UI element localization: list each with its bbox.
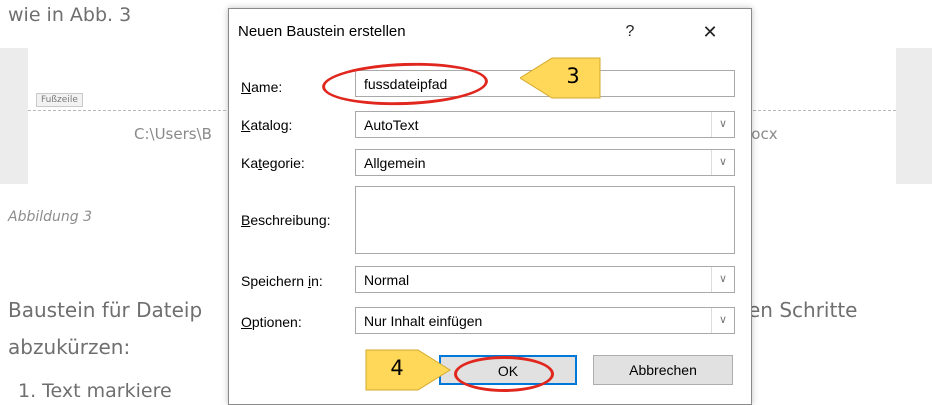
footer-path-left: C:\Users\B	[134, 125, 212, 143]
chevron-down-icon[interactable]: ∨	[711, 267, 734, 292]
paragraph-text-right: en Schritte	[748, 298, 858, 322]
close-button[interactable]: ✕	[695, 19, 725, 45]
cancel-button[interactable]: Abbrechen	[593, 355, 733, 385]
callout-3-label: 3	[566, 64, 580, 88]
paragraph-text-left: Baustein für Dateip	[8, 298, 203, 322]
chevron-down-icon[interactable]: ∨	[711, 308, 734, 333]
katalog-label: Katalog:	[241, 117, 293, 133]
optionen-label: Optionen:	[241, 314, 302, 330]
document-heading-text: wie in Abb. 3	[8, 4, 132, 26]
kategorie-label: Kategorie:	[241, 155, 305, 171]
new-building-block-dialog: Neuen Baustein erstellen ? ✕ Name: fussd…	[228, 8, 752, 405]
speichern-label: Speichern in:	[241, 273, 323, 289]
callout-4-label: 4	[390, 356, 404, 380]
paragraph-text-line2: abzukürzen:	[8, 335, 131, 359]
optionen-select[interactable]: Nur Inhalt einfügen ∨	[355, 307, 735, 334]
chevron-down-icon[interactable]: ∨	[711, 112, 734, 137]
name-label: Name:	[241, 79, 283, 95]
katalog-select-value: AutoText	[364, 117, 419, 133]
help-button[interactable]: ?	[615, 19, 645, 45]
beschreibung-label: Beschreibung:	[241, 212, 331, 228]
figure-caption: Abbildung 3	[8, 209, 93, 225]
ok-highlight-circle	[454, 356, 554, 392]
footer-tag: Fußzeile	[36, 93, 83, 107]
optionen-select-value: Nur Inhalt einfügen	[364, 313, 483, 329]
dialog-title: Neuen Baustein erstellen	[238, 23, 406, 40]
speichern-select[interactable]: Normal ∨	[355, 266, 735, 293]
kategorie-select[interactable]: Allgemein ∨	[355, 149, 735, 176]
beschreibung-textarea[interactable]	[355, 186, 735, 254]
speichern-select-value: Normal	[364, 272, 410, 288]
chevron-down-icon[interactable]: ∨	[711, 150, 734, 175]
katalog-select[interactable]: AutoText ∨	[355, 111, 735, 138]
kategorie-select-value: Allgemein	[364, 155, 426, 171]
